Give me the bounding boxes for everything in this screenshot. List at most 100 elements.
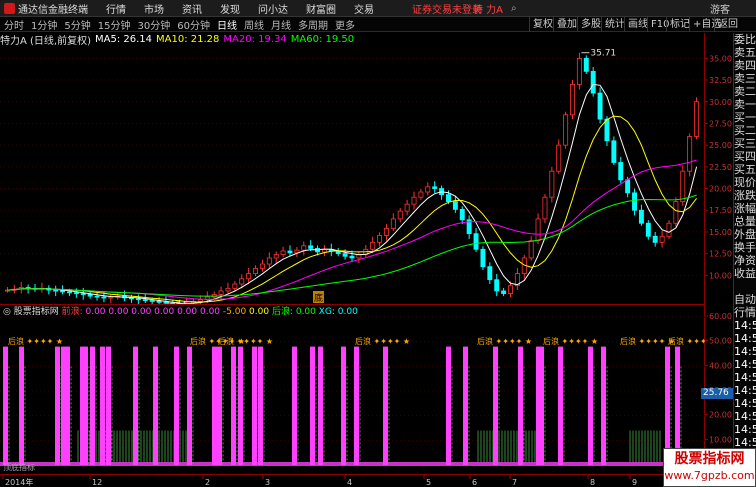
candle [645,222,651,237]
price-tick-label: 15.00 [709,228,732,237]
indicator-tick-label: 40.00 [709,361,732,370]
candle [611,140,617,163]
indicator-bottom-label: 顶底指标 [3,462,35,472]
candle [528,240,534,259]
side-panel-row[interactable]: 收益 [734,267,756,280]
tall-signal-bar [83,346,88,465]
menu-item-wealth[interactable]: 财富圈 [306,1,336,16]
tool-adjust[interactable]: 复权 [529,17,556,32]
period-tab-5min[interactable]: 5分钟 [64,17,90,32]
side-panel-row[interactable]: 买一 [734,111,756,124]
tall-signal-bar [601,346,606,465]
candle [673,201,679,224]
side-panel-row[interactable]: 14:5 [734,319,756,332]
indicator-header-part: 0.00 0.00 0.00 0.00 0.00 0.00 [85,307,222,317]
indicator-chart[interactable]: 后浪 ✦✦✦✦ ★ 后浪 ✦✦✦✦ ★ 后浪 ✦✦✦✦ ★ 后浪 ✦✦✦✦ ★ 后浪 ✦… [0,304,723,475]
ma60-value: MA60: 19.50 [290,34,355,45]
tall-signal-bar [3,346,8,465]
candle [101,296,107,299]
side-panel-row[interactable]: 14:5 [734,384,756,397]
user-name[interactable]: 游客 [710,1,730,16]
indicator-background [0,305,705,475]
price-tick-label: 17.50 [709,206,732,215]
tall-signal-bar [539,346,544,465]
side-panel-row[interactable]: 换手 [734,241,756,254]
side-panel-row[interactable]: 14:5 [734,423,756,436]
period-tab-multi[interactable]: 多周期 [298,17,328,32]
quote-side-panel[interactable]: 委比 卖五 卖四 卖三 卖二 卖一 买一 买二 买三 买四 买五 现价 涨跌 涨幅 总量 外盘 换手 净资 收益自动… [733,33,756,487]
tool-multi-stock[interactable]: 多股 [577,17,604,32]
search-icon[interactable]: ⌕ [511,3,517,14]
time-tick-label: 12 [92,478,102,487]
menu-item-market[interactable]: 行情 [106,1,126,16]
period-tab-1min[interactable]: 1分钟 [31,17,57,32]
side-panel-row[interactable]: 行情 [734,306,756,319]
menu-item-discover[interactable]: 发现 [220,1,240,16]
candle [418,191,424,198]
side-panel-row[interactable]: 买四 [734,150,756,163]
menu-item-markets[interactable]: 市场 [144,1,164,16]
side-panel-row[interactable]: 买五 [734,163,756,176]
candle [666,222,672,237]
indicator-svg[interactable]: 后浪 ✦✦✦✦ ★ 后浪 ✦✦✦✦ ★后浪 ✦✦✦✦ ★ 后浪 ✦✦✦✦ ★ 后浪 ✦… [0,305,723,475]
period-tab-30min[interactable]: 30分钟 [137,17,170,32]
side-panel-row[interactable]: 自动 [734,293,756,306]
side-panel-row[interactable]: 外盘 [734,228,756,241]
tall-signal-bar [55,346,60,465]
candlestick-svg[interactable]: 35.716.54底 [0,33,705,311]
tool-back[interactable]: 返回 [714,17,741,32]
candle [694,101,700,137]
app-logo-icon [4,2,15,14]
side-panel-row[interactable]: 卖五 [734,46,756,59]
side-panel-row[interactable]: 卖二 [734,85,756,98]
candle [425,186,431,193]
side-panel-row[interactable]: 净资 [734,254,756,267]
side-panel-row[interactable]: 总量 [734,215,756,228]
tall-signal-bar [258,346,263,465]
side-panel-row[interactable]: 委比 [734,33,756,46]
side-panel-row[interactable]: 14:5 [734,358,756,371]
candle [508,285,513,294]
candle [390,218,396,229]
candle [549,170,555,198]
app-title: 通达信金融终端 [18,4,88,16]
candlestick-chart[interactable]: 35.716.54底 [0,33,705,311]
side-panel-row[interactable] [734,280,756,293]
period-tab-daily[interactable]: 日线 [217,17,237,32]
indicator-tick-label: 50.00 [709,337,732,346]
tall-signal-bar [106,346,111,465]
side-panel-row[interactable]: 14:5 [734,345,756,358]
candle [225,287,231,292]
side-panel-row[interactable]: 涨跌 [734,189,756,202]
side-panel-row[interactable]: 卖四 [734,59,756,72]
side-panel-row[interactable]: 14:5 [734,397,756,410]
tall-signal-bar [90,346,95,465]
tall-signal-bar [252,346,257,465]
period-tab-60min[interactable]: 60分钟 [177,17,210,32]
side-panel-row[interactable]: 卖一 [734,98,756,111]
menu-item-trade[interactable]: 交易 [354,1,374,16]
watermark-url: www.7gpzb.com [664,469,755,482]
side-panel-row[interactable]: 现价 [734,176,756,189]
period-tab-15min[interactable]: 15分钟 [98,17,131,32]
side-panel-row[interactable]: 涨幅 [734,202,756,215]
menu-item-news[interactable]: 资讯 [182,1,202,16]
side-panel-row[interactable]: 14:5 [734,332,756,345]
candle [494,279,500,292]
side-panel-row[interactable]: 14:5 [734,410,756,423]
period-tab-timeshare[interactable]: 分时 [4,17,24,32]
side-panel-row[interactable]: 卖三 [734,72,756,85]
candle [570,83,575,116]
wave-label: 后浪 ✦✦✦✦ ★ [355,336,410,346]
login-warning[interactable]: 证券交易未登录 [412,1,482,16]
side-panel-row[interactable]: 14:5 [734,371,756,384]
candle [535,218,541,242]
period-tab-weekly[interactable]: 周线 [244,17,264,32]
time-tick-label: 6 [472,478,477,487]
period-tab-monthly[interactable]: 月线 [271,17,291,32]
tool-overlay[interactable]: 叠加 [553,17,580,32]
side-panel-row[interactable]: 买二 [734,124,756,137]
menu-item-ask[interactable]: 问小达 [258,1,288,16]
side-panel-row[interactable]: 买三 [734,137,756,150]
period-tab-more[interactable]: 更多 [335,17,355,32]
